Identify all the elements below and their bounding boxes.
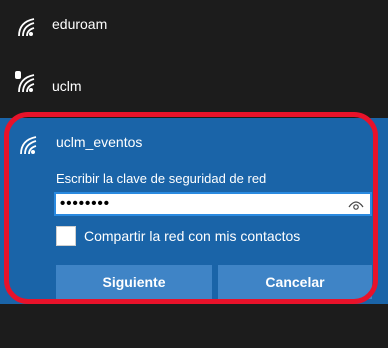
password-prompt: Escribir la clave de seguridad de red — [56, 171, 267, 186]
reveal-password-icon[interactable] — [348, 198, 364, 210]
wifi-signal-icon — [16, 16, 40, 38]
network-name: uclm — [52, 78, 82, 94]
network-item-eduroam[interactable]: eduroam — [0, 0, 388, 50]
network-name: uclm_eventos — [56, 134, 143, 150]
next-button[interactable]: Siguiente — [56, 265, 212, 299]
wifi-signal-icon — [18, 134, 42, 156]
wifi-secured-icon — [14, 70, 38, 93]
share-network-label: Compartir la red con mis contactos — [84, 228, 301, 244]
share-network-checkbox[interactable] — [56, 226, 76, 246]
password-value: •••••••• — [60, 195, 111, 212]
network-name: eduroam — [52, 16, 108, 32]
network-item-uclm[interactable]: uclm — [0, 54, 388, 114]
cancel-button[interactable]: Cancelar — [218, 265, 372, 299]
password-input[interactable]: •••••••• — [54, 192, 372, 216]
